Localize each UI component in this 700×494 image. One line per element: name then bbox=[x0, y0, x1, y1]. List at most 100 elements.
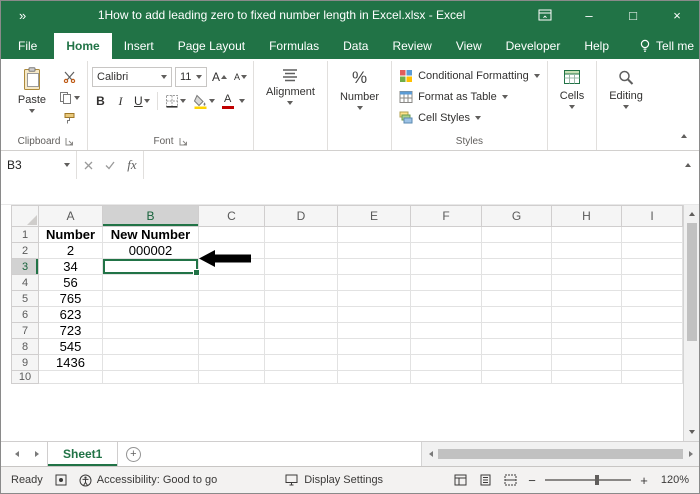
cell-E5[interactable] bbox=[338, 291, 411, 307]
cell-A9[interactable]: 1436 bbox=[39, 355, 103, 371]
zoom-level[interactable]: 120% bbox=[657, 474, 689, 486]
cell-A7[interactable]: 723 bbox=[39, 323, 103, 339]
cell-C1[interactable] bbox=[199, 227, 265, 243]
enter-entry-button[interactable] bbox=[99, 151, 121, 179]
cell-D3[interactable] bbox=[265, 259, 338, 275]
scroll-left-button[interactable] bbox=[423, 442, 438, 466]
page-layout-view-button[interactable] bbox=[476, 471, 494, 489]
cell-I8[interactable] bbox=[622, 339, 683, 355]
cell-G2[interactable] bbox=[482, 243, 552, 259]
cell-F3[interactable] bbox=[411, 259, 482, 275]
maximize-button[interactable]: □ bbox=[611, 1, 655, 29]
cell-F8[interactable] bbox=[411, 339, 482, 355]
cell-I7[interactable] bbox=[622, 323, 683, 339]
cell-C4[interactable] bbox=[199, 275, 265, 291]
cell-I5[interactable] bbox=[622, 291, 683, 307]
row-header-8[interactable]: 8 bbox=[11, 339, 39, 355]
cell-B4[interactable] bbox=[103, 275, 199, 291]
cancel-entry-button[interactable] bbox=[77, 151, 99, 179]
tab-review[interactable]: Review bbox=[380, 33, 443, 59]
cell-F7[interactable] bbox=[411, 323, 482, 339]
column-header-B[interactable]: B bbox=[103, 205, 199, 227]
cell-G10[interactable] bbox=[482, 371, 552, 384]
cell-D2[interactable] bbox=[265, 243, 338, 259]
macro-record-icon[interactable] bbox=[55, 474, 67, 486]
column-header-E[interactable]: E bbox=[338, 205, 411, 227]
cell-B6[interactable] bbox=[103, 307, 199, 323]
cell-E7[interactable] bbox=[338, 323, 411, 339]
cell-B3[interactable] bbox=[103, 259, 200, 276]
horizontal-scroll-thumb[interactable] bbox=[438, 449, 683, 459]
cell-I3[interactable] bbox=[622, 259, 683, 275]
cell-F10[interactable] bbox=[411, 371, 482, 384]
cell-C9[interactable] bbox=[199, 355, 265, 371]
scroll-right-button[interactable] bbox=[683, 442, 698, 466]
borders-button[interactable] bbox=[163, 91, 188, 111]
name-box[interactable]: B3 bbox=[1, 151, 77, 179]
cell-C10[interactable] bbox=[199, 371, 265, 384]
tab-page-layout[interactable]: Page Layout bbox=[166, 33, 257, 59]
cell-F6[interactable] bbox=[411, 307, 482, 323]
cell-A3[interactable]: 34 bbox=[39, 259, 103, 275]
cell-D5[interactable] bbox=[265, 291, 338, 307]
cell-G7[interactable] bbox=[482, 323, 552, 339]
editing-button[interactable]: Editing bbox=[601, 62, 651, 109]
cell-D1[interactable] bbox=[265, 227, 338, 243]
conditional-formatting-button[interactable]: Conditional Formatting bbox=[396, 65, 543, 86]
bold-button[interactable]: B bbox=[92, 91, 109, 111]
scroll-up-button[interactable] bbox=[688, 208, 695, 220]
cell-E9[interactable] bbox=[338, 355, 411, 371]
cell-H2[interactable] bbox=[552, 243, 622, 259]
cell-G6[interactable] bbox=[482, 307, 552, 323]
column-header-H[interactable]: H bbox=[552, 205, 622, 227]
format-painter-button[interactable] bbox=[57, 110, 81, 127]
insert-function-button[interactable]: fx bbox=[121, 151, 143, 179]
cell-E8[interactable] bbox=[338, 339, 411, 355]
tab-insert[interactable]: Insert bbox=[112, 33, 166, 59]
cell-A5[interactable]: 765 bbox=[39, 291, 103, 307]
cell-H7[interactable] bbox=[552, 323, 622, 339]
clipboard-dialog-launcher-icon[interactable] bbox=[65, 137, 74, 146]
cell-B10[interactable] bbox=[103, 371, 199, 384]
collapse-formula-bar-button[interactable] bbox=[677, 151, 699, 179]
cell-D4[interactable] bbox=[265, 275, 338, 291]
tab-developer[interactable]: Developer bbox=[494, 33, 573, 59]
cell-H5[interactable] bbox=[552, 291, 622, 307]
font-dialog-launcher-icon[interactable] bbox=[179, 137, 188, 146]
row-header-4[interactable]: 4 bbox=[11, 275, 39, 291]
cell-H6[interactable] bbox=[552, 307, 622, 323]
tab-file[interactable]: File bbox=[1, 33, 54, 59]
ribbon-display-options-button[interactable] bbox=[523, 1, 567, 29]
cell-B7[interactable] bbox=[103, 323, 199, 339]
cell-I1[interactable] bbox=[622, 227, 683, 243]
fill-color-button[interactable] bbox=[191, 91, 217, 111]
row-header-10[interactable]: 10 bbox=[11, 371, 39, 384]
cell-I9[interactable] bbox=[622, 355, 683, 371]
underline-button[interactable]: U bbox=[132, 91, 152, 111]
paste-button[interactable]: Paste bbox=[9, 62, 55, 113]
cell-H3[interactable] bbox=[552, 259, 622, 275]
normal-view-button[interactable] bbox=[451, 471, 469, 489]
formula-input[interactable] bbox=[143, 151, 677, 179]
font-color-button[interactable]: A bbox=[220, 91, 236, 111]
minimize-button[interactable]: – bbox=[567, 1, 611, 29]
column-header-G[interactable]: G bbox=[482, 205, 552, 227]
decrease-font-size-button[interactable]: A bbox=[232, 67, 249, 87]
cell-E10[interactable] bbox=[338, 371, 411, 384]
previous-sheet-button[interactable] bbox=[7, 442, 27, 466]
cell-A1[interactable]: Number bbox=[39, 227, 103, 243]
italic-button[interactable]: I bbox=[112, 91, 129, 111]
cell-H9[interactable] bbox=[552, 355, 622, 371]
row-header-7[interactable]: 7 bbox=[11, 323, 39, 339]
row-header-9[interactable]: 9 bbox=[11, 355, 39, 371]
number-format-button[interactable]: % Number bbox=[332, 62, 387, 110]
row-header-2[interactable]: 2 bbox=[11, 243, 39, 259]
cell-B8[interactable] bbox=[103, 339, 199, 355]
cell-A10[interactable] bbox=[39, 371, 103, 384]
cell-I4[interactable] bbox=[622, 275, 683, 291]
cell-I2[interactable] bbox=[622, 243, 683, 259]
vertical-scrollbar[interactable] bbox=[683, 205, 699, 441]
row-header-1[interactable]: 1 bbox=[11, 227, 39, 243]
cell-B2[interactable]: 000002 bbox=[103, 243, 199, 259]
cell-H4[interactable] bbox=[552, 275, 622, 291]
